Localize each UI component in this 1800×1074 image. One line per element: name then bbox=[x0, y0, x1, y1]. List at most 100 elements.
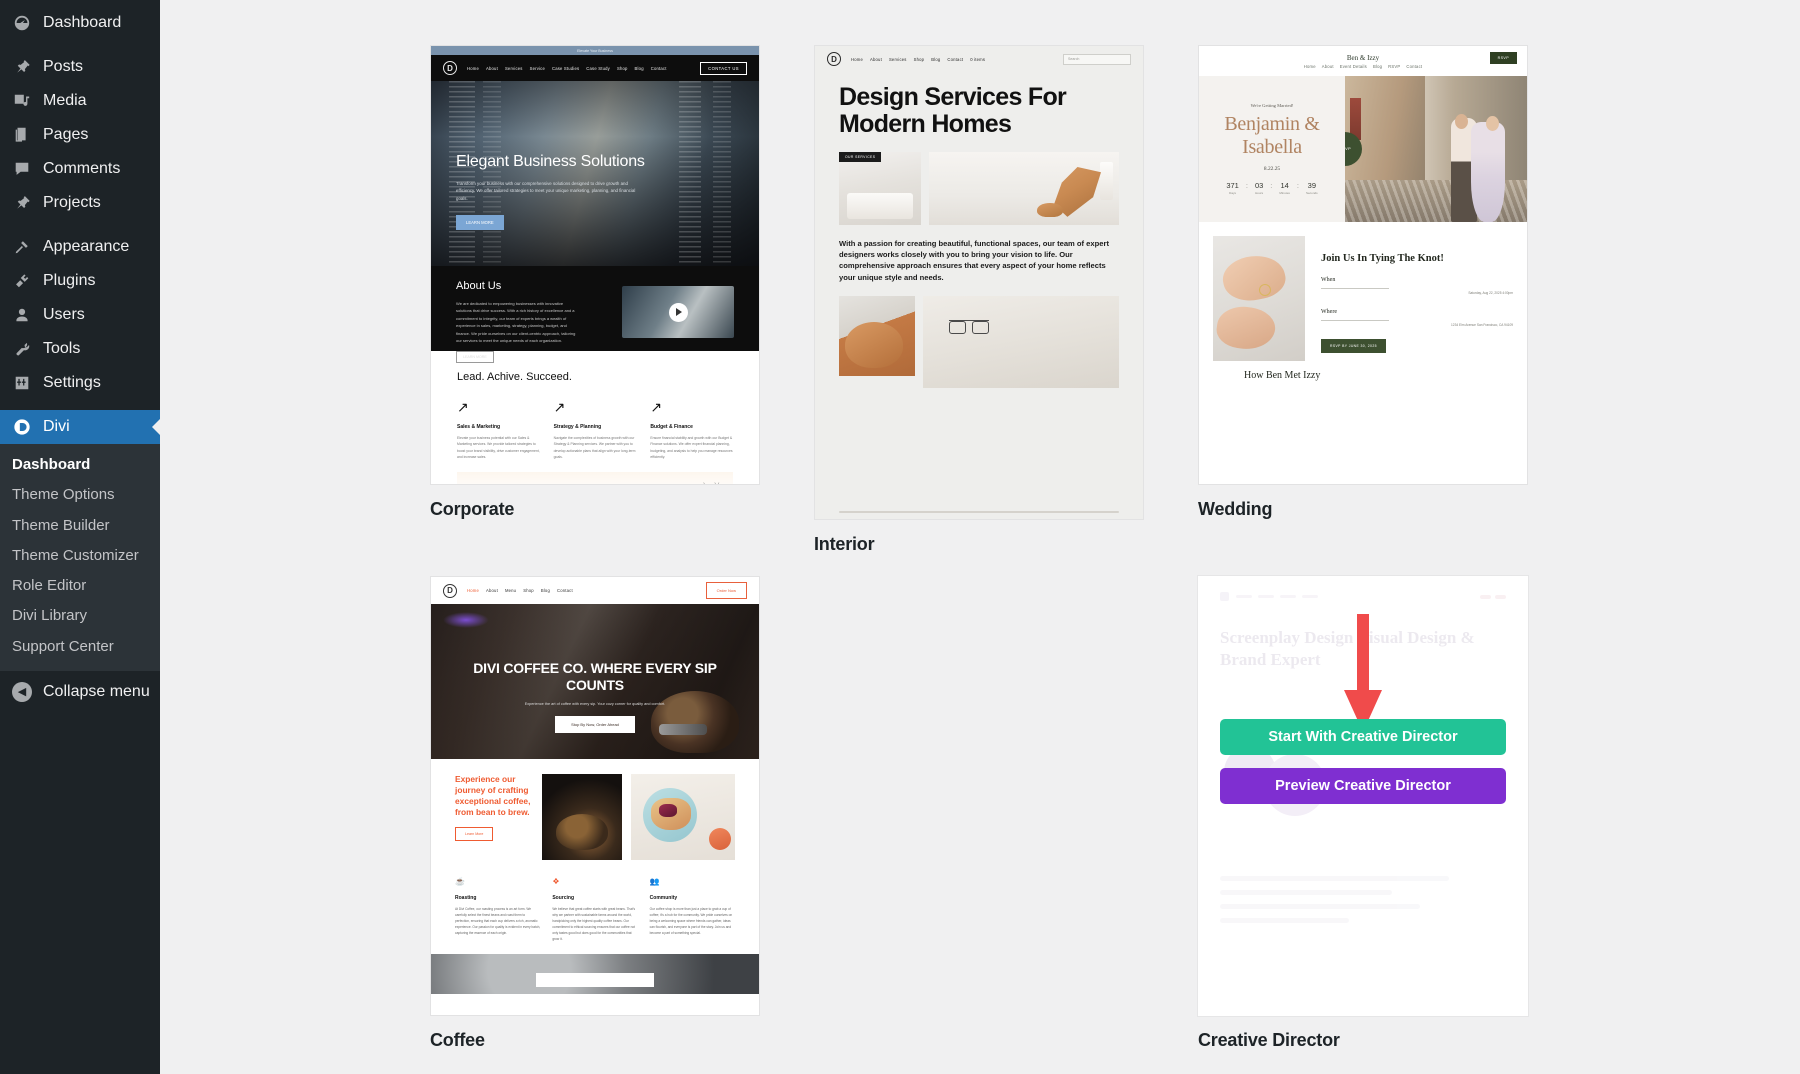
wedding-names: Benjamin & Isabella bbox=[1224, 113, 1320, 158]
sidebar-item-pages[interactable]: Pages bbox=[0, 118, 160, 152]
nav-link[interactable]: Contact bbox=[1406, 64, 1422, 69]
nav-link[interactable]: Service bbox=[530, 66, 545, 71]
template-preview-interior[interactable]: D Home About Services Shop Blog Contact … bbox=[814, 45, 1144, 520]
coffee-order-button[interactable]: Order Now bbox=[705, 582, 747, 599]
nav-link[interactable]: Shop bbox=[523, 588, 534, 593]
nav-link[interactable]: Case Studies bbox=[552, 66, 579, 71]
nav-link[interactable]: RSVP bbox=[1388, 64, 1400, 69]
collapse-menu-button[interactable]: ◀ Collapse menu bbox=[0, 675, 160, 709]
wedding-countdown: 371 Days : 03 Hours : 14 Minutes: 39 Se… bbox=[1226, 181, 1317, 195]
interior-image-chair bbox=[929, 152, 1119, 225]
template-card-corporate[interactable]: Elevate Your Business D Home About Servi… bbox=[430, 45, 760, 520]
cart-link[interactable]: 0 items bbox=[970, 57, 985, 62]
wedding-rsvp-button[interactable]: RSVP BY JUNE 30, 2025 bbox=[1321, 339, 1386, 353]
interior-search-input[interactable]: Search bbox=[1063, 53, 1131, 65]
submenu-item-divi-library[interactable]: Divi Library bbox=[0, 601, 160, 631]
when-value: Saturday, Aug 22, 2025 4:00pm bbox=[1468, 291, 1513, 296]
nav-link[interactable]: Shop bbox=[914, 57, 925, 62]
template-preview-wedding[interactable]: Ben & Izzy Home About Event Details Blog… bbox=[1198, 45, 1528, 485]
interior-image-row: OUR SERVICES bbox=[815, 138, 1143, 225]
template-card-coffee[interactable]: D Home About Menu Shop Blog Contact Orde… bbox=[430, 576, 760, 1051]
nav-link[interactable]: Contact bbox=[557, 588, 573, 593]
wedding-rsvp-top-button[interactable]: RSVP bbox=[1489, 52, 1517, 64]
sidebar-item-plugins[interactable]: Plugins bbox=[0, 264, 160, 298]
sidebar-item-comments[interactable]: Comments bbox=[0, 152, 160, 186]
corporate-cta-button[interactable]: CONTACT US bbox=[700, 61, 747, 75]
interior-headline: Design Services For Modern Homes bbox=[839, 83, 1067, 138]
submenu-item-theme-customizer[interactable]: Theme Customizer bbox=[0, 541, 160, 571]
submenu-item-theme-builder[interactable]: Theme Builder bbox=[0, 511, 160, 541]
countdown-value: 371 bbox=[1226, 180, 1239, 190]
feature-title: Sales & Marketing bbox=[457, 424, 501, 430]
preview-scrollbar[interactable] bbox=[839, 510, 1119, 513]
template-preview-creative-director[interactable]: Screenplay Design Visual Design & Brand … bbox=[1198, 576, 1528, 1016]
countdown-separator: : bbox=[1270, 180, 1273, 190]
nav-link[interactable]: Home bbox=[1304, 64, 1316, 69]
sidebar-item-tools[interactable]: Tools bbox=[0, 332, 160, 366]
coffee-mid-button[interactable]: Learn More bbox=[455, 827, 494, 842]
submenu-item-dashboard[interactable]: Dashboard bbox=[0, 450, 160, 480]
ghost-lower-content bbox=[1220, 876, 1506, 932]
nav-link[interactable]: About bbox=[486, 588, 498, 593]
sidebar-item-users[interactable]: Users bbox=[0, 298, 160, 332]
template-card-interior[interactable]: D Home About Services Shop Blog Contact … bbox=[814, 45, 1144, 554]
media-icon bbox=[12, 91, 32, 111]
nav-link[interactable]: Case Study bbox=[586, 66, 610, 71]
nav-link[interactable]: Blog bbox=[931, 57, 940, 62]
play-icon[interactable] bbox=[668, 302, 688, 322]
nav-link[interactable]: Event Details bbox=[1340, 64, 1367, 69]
nav-link[interactable]: Home bbox=[851, 57, 863, 62]
coffee-feature-item: ☕ Roasting At Divi Coffee, our roasting … bbox=[455, 878, 540, 942]
wedding-brand: Ben & Izzy bbox=[1346, 53, 1380, 62]
submenu-item-role-editor[interactable]: Role Editor bbox=[0, 571, 160, 601]
nav-link[interactable]: Blog bbox=[1373, 64, 1382, 69]
nav-link[interactable]: Home bbox=[467, 66, 479, 71]
nav-link[interactable]: Services bbox=[505, 66, 523, 71]
nav-link[interactable]: Blog bbox=[541, 588, 550, 593]
template-preview-coffee[interactable]: D Home About Menu Shop Blog Contact Orde… bbox=[430, 576, 760, 1016]
sidebar-divider bbox=[0, 400, 160, 410]
wedding-knot-title: Join Us In Tying The Knot! bbox=[1321, 253, 1444, 264]
corporate-video-thumb[interactable] bbox=[622, 286, 734, 338]
template-preview-corporate[interactable]: Elevate Your Business D Home About Servi… bbox=[430, 45, 760, 485]
template-card-creative-director[interactable]: Screenplay Design Visual Design & Brand … bbox=[1198, 576, 1528, 1051]
pin-icon bbox=[12, 193, 32, 213]
wedding-nav-links: Home About Event Details Blog RSVP Conta… bbox=[1304, 64, 1422, 69]
preview-creative-director-button[interactable]: Preview Creative Director bbox=[1220, 768, 1506, 804]
nav-link[interactable]: Services bbox=[889, 57, 907, 62]
sidebar-item-label: Users bbox=[43, 306, 85, 323]
corporate-hero-button[interactable]: LEARN MORE bbox=[456, 215, 504, 231]
nav-link[interactable]: About bbox=[1322, 64, 1334, 69]
nav-link[interactable]: About bbox=[486, 66, 498, 71]
start-with-creative-director-button[interactable]: Start With Creative Director bbox=[1220, 719, 1506, 755]
interior-image-bedroom: OUR SERVICES bbox=[839, 152, 921, 225]
sidebar-item-projects[interactable]: Projects bbox=[0, 186, 160, 220]
divi-submenu: Dashboard Theme Options Theme Builder Th… bbox=[0, 444, 160, 671]
sidebar-item-media[interactable]: Media bbox=[0, 84, 160, 118]
nav-link[interactable]: Home bbox=[467, 588, 479, 593]
corporate-about-button[interactable]: LEARN MORE bbox=[456, 351, 494, 364]
corporate-nav-links: Home About Services Service Case Studies… bbox=[467, 66, 667, 71]
sidebar-item-settings[interactable]: Settings bbox=[0, 366, 160, 400]
coffee-hero-button[interactable]: Stop By Now, Order Ahead bbox=[555, 716, 635, 734]
template-card-wedding[interactable]: Ben & Izzy Home About Event Details Blog… bbox=[1198, 45, 1528, 520]
wedding-eyebrow: We're Getting Married! bbox=[1250, 103, 1294, 109]
sidebar-item-posts[interactable]: Posts bbox=[0, 50, 160, 84]
nav-link[interactable]: Menu bbox=[505, 588, 516, 593]
coffee-hero-title: DIVI COFFEE CO. WHERE EVERY SIP COUNTS bbox=[473, 660, 717, 694]
corporate-hero-body: Transform your business with our compreh… bbox=[456, 180, 636, 201]
coffee-feature-item: 👥 Community Our coffee shop is more than… bbox=[650, 878, 735, 942]
plug-icon bbox=[12, 271, 32, 291]
submenu-item-theme-options[interactable]: Theme Options bbox=[0, 480, 160, 510]
sidebar-item-divi[interactable]: Divi bbox=[0, 410, 160, 444]
nav-link[interactable]: Blog bbox=[635, 66, 644, 71]
sidebar-item-appearance[interactable]: Appearance bbox=[0, 230, 160, 264]
towel-decor bbox=[1100, 162, 1113, 200]
nav-link[interactable]: About bbox=[870, 57, 882, 62]
nav-link[interactable]: Contact bbox=[651, 66, 667, 71]
nav-link[interactable]: Shop bbox=[617, 66, 628, 71]
coffee-mid-text: Experience our journey of crafting excep… bbox=[455, 774, 533, 860]
nav-link[interactable]: Contact bbox=[947, 57, 963, 62]
submenu-item-support-center[interactable]: Support Center bbox=[0, 632, 160, 662]
sidebar-item-dashboard[interactable]: Dashboard bbox=[0, 6, 160, 40]
